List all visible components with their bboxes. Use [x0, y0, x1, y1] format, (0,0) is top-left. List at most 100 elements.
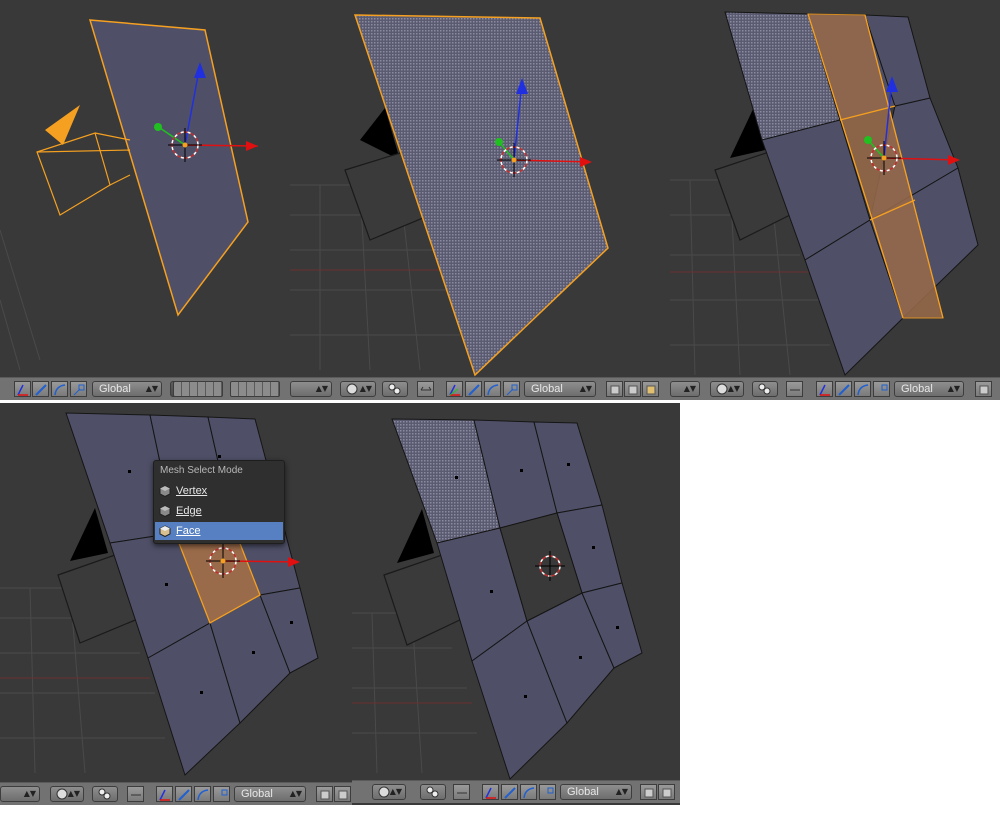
viewport-scene[interactable]	[670, 0, 1000, 400]
menu-item-vertex[interactable]: Vertex	[155, 482, 283, 500]
y-axis-handle-icon	[864, 136, 872, 144]
rotate-button[interactable]	[520, 784, 537, 800]
scale-button[interactable]	[539, 784, 556, 800]
view-shading-icon	[346, 383, 358, 395]
translate-button[interactable]	[14, 381, 31, 397]
rotate-button[interactable]	[854, 381, 871, 397]
scale-icon	[221, 789, 228, 796]
vertex-select-button[interactable]	[606, 381, 623, 397]
y-axis-handle-icon	[154, 123, 162, 131]
move-button[interactable]	[32, 381, 49, 397]
rotate-icon	[197, 789, 209, 801]
viewport-shading-dropdown[interactable]: ▲▼	[50, 786, 84, 802]
camera-frustum	[36, 132, 131, 216]
viewport-panel-5[interactable]: ▲▼ Global ▲▼	[352, 403, 680, 805]
move-button[interactable]	[501, 784, 518, 800]
vertex-mode-icon	[159, 485, 171, 497]
edge-select-button[interactable]	[624, 381, 641, 397]
orientation-dropdown[interactable]: Global ▲▼	[524, 381, 596, 397]
translate-icon	[178, 789, 190, 801]
scale-button[interactable]	[503, 381, 520, 397]
manipulator-toggle[interactable]	[786, 381, 803, 397]
vertex-mode-icon	[320, 790, 330, 800]
move-button[interactable]	[835, 381, 852, 397]
pivot-dropdown[interactable]	[752, 381, 778, 397]
viewport-scene[interactable]	[0, 0, 290, 400]
orientation-dropdown[interactable]: Global ▲▼	[894, 381, 964, 397]
move-button[interactable]	[465, 381, 482, 397]
interaction-mode-dropdown[interactable]: ▲▼	[290, 381, 332, 397]
layer-grid-1[interactable]	[173, 381, 223, 397]
viewport-header: ▲▼ ▲▼ Global ▲▼	[670, 377, 1000, 400]
camera-triangle	[45, 105, 80, 145]
axis-icon	[819, 384, 830, 396]
translate-icon	[35, 384, 47, 396]
rotate-button[interactable]	[51, 381, 68, 397]
rotate-button[interactable]	[194, 786, 211, 802]
axis-button[interactable]	[482, 784, 499, 800]
edge-mode-icon	[338, 790, 348, 800]
mesh-select-mode-menu: Mesh Select Mode Vertex Edge Face	[153, 460, 285, 544]
vertex-select-button[interactable]	[316, 786, 333, 802]
translate-icon	[838, 384, 850, 396]
viewport-panel-3[interactable]: ▲▼ ▲▼ Global ▲▼	[670, 0, 1000, 400]
rotate-button[interactable]	[484, 381, 501, 397]
translate-icon	[468, 384, 480, 396]
translate-icon	[504, 787, 516, 799]
orientation-dropdown[interactable]: Global ▲▼	[92, 381, 162, 397]
manipulator-icon	[131, 794, 141, 796]
edge-mode-icon	[662, 788, 672, 798]
viewport-panel-2[interactable]: ▲▼ ▲▼ Global ▲▼	[290, 0, 670, 400]
manipulator-icon	[17, 384, 28, 396]
vertex-select-button[interactable]	[975, 381, 992, 397]
vertex-mode-icon	[979, 385, 989, 395]
manipulator-toggle[interactable]	[453, 784, 470, 800]
face-mode-icon	[646, 385, 656, 395]
scale-button[interactable]	[213, 786, 230, 802]
edge-select-button[interactable]	[658, 784, 675, 800]
viewport-shading-dropdown[interactable]: ▲▼	[340, 381, 376, 397]
menu-item-edge[interactable]: Edge	[155, 502, 283, 520]
axis-button[interactable]	[816, 381, 833, 397]
y-axis-handle-icon	[495, 138, 503, 146]
scale-icon	[547, 787, 554, 794]
viewport-scene[interactable]	[352, 403, 680, 805]
pivot-dropdown[interactable]	[92, 786, 118, 802]
viewport-shading-dropdown[interactable]: ▲▼	[710, 381, 744, 397]
axis-button[interactable]	[156, 786, 173, 802]
move-button[interactable]	[175, 786, 192, 802]
viewport-shading-dropdown[interactable]: ▲▼	[372, 784, 406, 800]
manipulator-icon	[420, 386, 432, 391]
interaction-mode-dropdown[interactable]: ▲▼	[670, 381, 700, 397]
edge-select-button[interactable]	[334, 786, 351, 802]
scale-button[interactable]	[70, 381, 87, 397]
viewport-header: ▲▼ ▲▼ Global ▲▼	[0, 782, 352, 805]
manipulator-toggle[interactable]	[417, 381, 434, 397]
viewport-scene[interactable]	[290, 0, 670, 400]
viewport-panel-1[interactable]: Global ▲▼	[0, 0, 290, 400]
rotate-icon	[487, 384, 499, 396]
viewport-header: Global ▲▼	[0, 377, 290, 400]
interaction-mode-dropdown[interactable]: ▲▼	[0, 786, 40, 802]
manipulator-icon	[790, 389, 800, 391]
layer-grid-2[interactable]	[230, 381, 280, 397]
manipulator-icon	[457, 792, 467, 794]
x-axis-arrow-icon	[246, 141, 258, 151]
face-select-button[interactable]	[642, 381, 659, 397]
orientation-dropdown[interactable]: Global ▲▼	[560, 784, 632, 800]
pivot-dropdown[interactable]	[420, 784, 446, 800]
pivot-icon	[758, 383, 771, 395]
menu-item-face[interactable]: Face	[155, 522, 283, 540]
plane-mesh	[88, 19, 249, 317]
face-mode-icon	[159, 525, 171, 537]
vertex-mode-icon	[644, 788, 654, 798]
scale-button[interactable]	[873, 381, 890, 397]
viewport-header: ▲▼ Global ▲▼	[352, 780, 680, 803]
viewport-header: ▲▼ ▲▼ Global ▲▼	[290, 377, 670, 400]
manipulator-toggle[interactable]	[127, 786, 144, 802]
vertex-select-button[interactable]	[640, 784, 657, 800]
rotate-icon	[857, 384, 869, 396]
pivot-dropdown[interactable]	[382, 381, 408, 397]
axis-button[interactable]	[446, 381, 463, 397]
orientation-dropdown[interactable]: Global ▲▼	[234, 786, 306, 802]
